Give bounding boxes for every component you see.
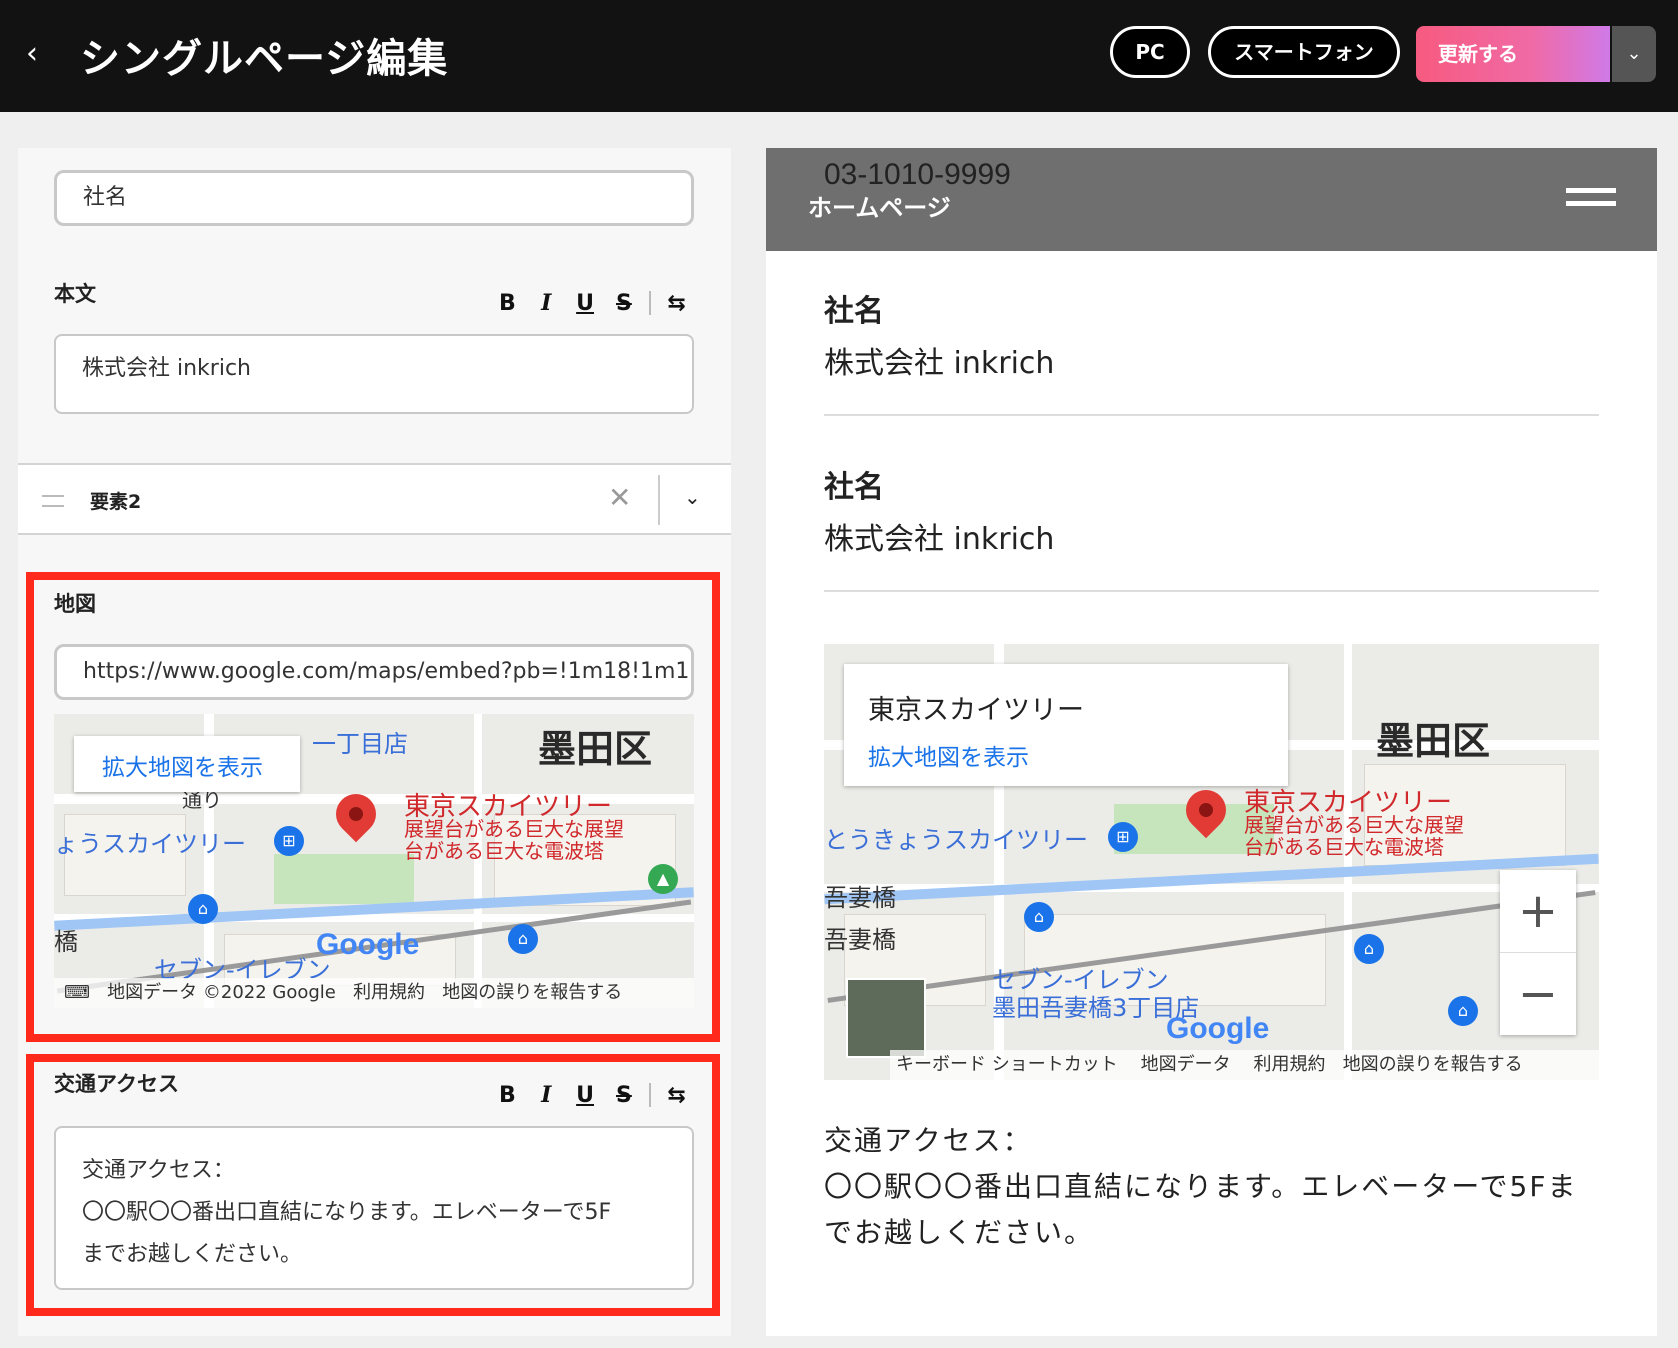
page-title: シングルページ編集 [80,36,449,82]
italic-button[interactable]: I [527,290,566,316]
train-icon: ⊞ [1108,822,1138,852]
body-label: 本文 [54,282,96,306]
map-footer: キーボード ショートカット 地図データ 利用規約 地図の誤りを報告する [890,1050,1599,1080]
map-bridge-label: 吾妻橋 [824,884,896,912]
section1-body: 株式会社 inkrich [824,346,1055,381]
smartphone-view-button[interactable]: スマートフォン [1208,26,1400,78]
map-place-name: 東京スカイツリー [868,695,1084,726]
top-bar: ‹ シングルページ編集 PC スマートフォン 更新する ⌄ [0,0,1678,112]
update-button[interactable]: 更新する [1416,26,1610,82]
access-preview: 交通アクセス： 〇〇駅〇〇番出口直結になります。エレベーターで5Fま でお越しく… [824,1118,1599,1256]
bold-button[interactable]: B [488,291,527,316]
map-poi-sub1: 展望台がある巨大な展望 [1244,813,1464,837]
view-larger-map-link[interactable]: 拡大地図を表示 [868,738,1029,772]
pc-view-button[interactable]: PC [1110,26,1190,78]
access-line3: でお越しください。 [824,1216,1095,1249]
preview-map-embed[interactable]: 墨田区 東京スカイツリー 拡大地図を表示 東京スカイツリー 展望台がある巨大な展… [824,644,1599,1080]
body-textarea[interactable]: 株式会社 inkrich [54,334,694,414]
zoom-controls: + − [1500,870,1576,1035]
divider [658,475,660,525]
satellite-thumbnail[interactable] [846,978,926,1058]
access-highlight-box [26,1054,720,1316]
zoom-in-button[interactable]: + [1500,870,1576,952]
map-bridge-label: 吾妻橋 [824,926,896,954]
phone-number: 03-1010-9999 [824,158,1011,191]
map-info-bubble: 東京スカイツリー 拡大地図を表示 [844,664,1288,786]
section1-heading: 社名 [824,294,884,329]
map-highlight-box [26,572,720,1042]
store-icon: ⌂ [1354,934,1384,964]
terms-link[interactable]: 利用規約 [1254,1054,1326,1075]
divider [824,414,1599,416]
underline-button[interactable]: U [566,291,605,316]
drag-handle-icon[interactable] [42,495,64,507]
body-text: 株式会社 inkrich [82,356,251,381]
report-error-link[interactable]: 地図の誤りを報告する [1343,1054,1523,1075]
divider [824,590,1599,592]
back-icon[interactable]: ‹ [26,36,52,72]
chevron-down-icon[interactable]: ⌄ [1612,26,1656,82]
access-line2: 〇〇駅〇〇番出口直結になります。エレベーターで5Fま [824,1170,1578,1203]
map-data-text: 地図データ [1140,1054,1231,1075]
keyboard-shortcut-link[interactable]: キーボード ショートカット [896,1054,1118,1075]
map-poi-sub2: 台がある巨大な電波塔 [1244,835,1444,859]
home-link[interactable]: ホームページ [808,188,951,223]
link-icon[interactable]: ⇆ [657,291,696,316]
hamburger-menu-icon[interactable] [1566,188,1616,206]
preview-panel: 03-1010-9999 ホームページ 社名 株式会社 inkrich 社名 株… [766,148,1657,1336]
map-ward-label: 墨田区 [1376,719,1491,763]
body-toolbar: B I U S ⇆ [488,288,696,318]
zoom-out-button[interactable]: − [1500,952,1576,1035]
toolbar-separator [649,291,652,315]
close-icon[interactable]: ✕ [608,481,631,514]
store-icon: ⌂ [1024,902,1054,932]
element2-title: 要素2 [90,491,142,513]
element2-header: 要素2 ✕ ⌄ [18,463,731,535]
preview-header: 03-1010-9999 ホームページ [766,148,1657,251]
strikethrough-button[interactable]: S [604,291,643,316]
access-line1: 交通アクセス： [824,1124,1033,1157]
section2-heading: 社名 [824,470,884,505]
chevron-down-icon[interactable]: ⌄ [684,485,701,509]
map-station-label: とうきょうスカイツリー [824,826,1088,854]
company-name-input[interactable]: 社名 [54,170,694,226]
section2-body: 株式会社 inkrich [824,522,1055,557]
store-icon: ⌂ [1448,996,1478,1026]
google-logo: Google [1166,1012,1270,1045]
